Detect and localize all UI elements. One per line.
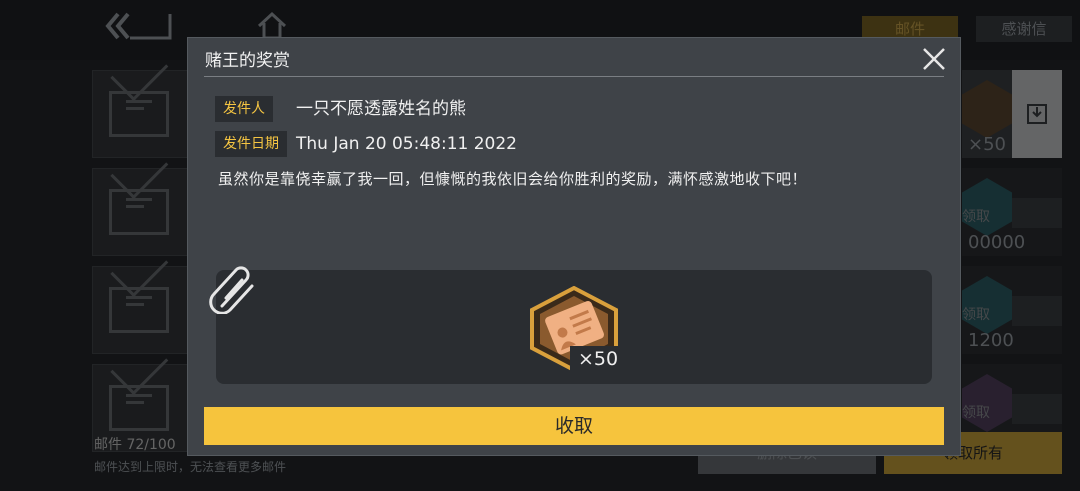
mail-detail-dialog: 赌王的奖赏 发件人 一只不愿透露姓名的熊 发件日期 Thu Jan 20 05:… (187, 37, 961, 456)
mail-title: 赌王的奖赏 (205, 51, 290, 71)
attachment-quantity: ×50 (570, 346, 626, 372)
paperclip-icon (209, 266, 254, 314)
sender-label: 发件人 (215, 96, 273, 122)
title-divider (204, 76, 944, 77)
send-date: Thu Jan 20 05:48:11 2022 (296, 134, 517, 154)
close-icon (923, 48, 945, 70)
attachment-item[interactable]: ×50 (528, 286, 626, 372)
sender-name: 一只不愿透露姓名的熊 (296, 99, 466, 119)
date-label: 发件日期 (215, 131, 287, 157)
mail-body: 虽然你是靠侥幸赢了我一回，但慷慨的我依旧会给你胜利的奖励，满怀感激地收下吧！ (218, 170, 808, 188)
claim-button[interactable]: 收取 (204, 407, 944, 445)
close-button[interactable] (920, 45, 948, 73)
